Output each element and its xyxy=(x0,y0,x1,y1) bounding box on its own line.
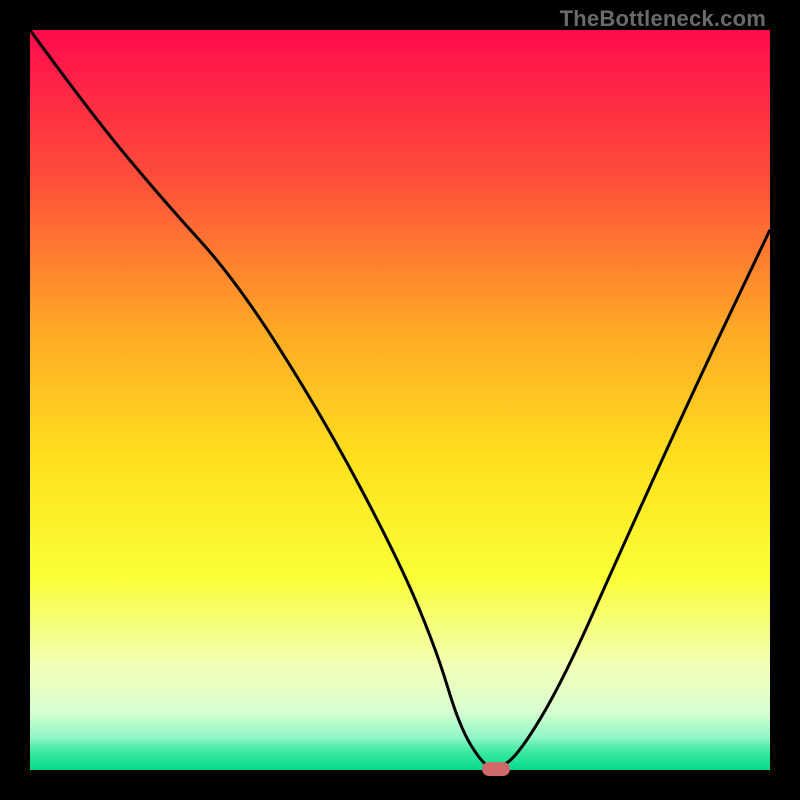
bottleneck-curve xyxy=(30,30,770,768)
plot-area xyxy=(30,30,770,770)
optimal-point-marker xyxy=(482,762,510,776)
curve-layer xyxy=(30,30,770,770)
chart-frame: TheBottleneck.com xyxy=(0,0,800,800)
watermark-text: TheBottleneck.com xyxy=(560,6,766,32)
